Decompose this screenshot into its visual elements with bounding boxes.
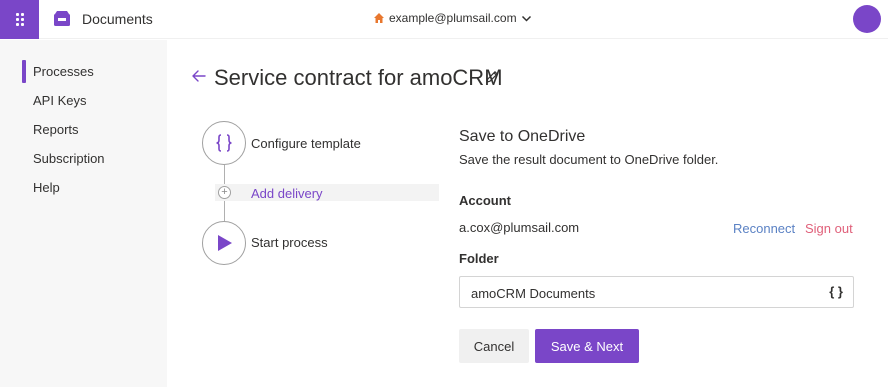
- save-next-button[interactable]: Save & Next: [535, 329, 639, 363]
- play-icon: [218, 235, 232, 251]
- delivery-description: Save the result document to OneDrive fol…: [459, 152, 719, 167]
- active-nav-indicator: [22, 60, 26, 83]
- sidebar-item-subscription[interactable]: Subscription: [33, 151, 105, 166]
- plus-icon[interactable]: +: [218, 186, 231, 199]
- cancel-button[interactable]: Cancel: [459, 329, 529, 363]
- step-connector: [224, 199, 225, 221]
- step-connector: [224, 165, 225, 186]
- braces-icon: [216, 134, 232, 152]
- add-delivery-row[interactable]: [215, 184, 439, 201]
- top-bar: Documents example@plumsail.com: [0, 0, 888, 39]
- folder-label: Folder: [459, 251, 499, 266]
- folder-value: amoCRM Documents: [471, 286, 596, 301]
- sidebar-item-processes[interactable]: Processes: [33, 64, 94, 79]
- account-email: example@plumsail.com: [389, 11, 517, 25]
- sidebar-item-help[interactable]: Help: [33, 180, 60, 195]
- inbox-tray-icon: [54, 11, 70, 26]
- step-start-label[interactable]: Start process: [251, 235, 328, 250]
- page-title: Service contract for amoCRM: [214, 65, 503, 90]
- account-switcher[interactable]: example@plumsail.com: [373, 11, 532, 25]
- account-value: a.cox@plumsail.com: [459, 220, 580, 235]
- chevron-down-icon: [521, 15, 531, 22]
- avatar[interactable]: [853, 5, 881, 33]
- home-icon: [374, 13, 384, 23]
- step-configure-label[interactable]: Configure template: [251, 136, 361, 151]
- arrow-left-icon[interactable]: [191, 68, 207, 84]
- waffle-icon[interactable]: [0, 0, 39, 39]
- folder-field[interactable]: amoCRM Documents { }: [459, 276, 854, 308]
- delivery-title: Save to OneDrive: [459, 128, 586, 145]
- pencil-icon[interactable]: [484, 69, 500, 85]
- account-label: Account: [459, 193, 511, 208]
- app-title: Documents: [82, 11, 153, 27]
- sidebar-item-reports[interactable]: Reports: [33, 122, 79, 137]
- sidebar-item-api-keys[interactable]: API Keys: [33, 93, 86, 108]
- add-delivery-link[interactable]: Add delivery: [251, 186, 323, 201]
- reconnect-link[interactable]: Reconnect: [733, 221, 795, 236]
- step-configure-circle[interactable]: [202, 121, 246, 165]
- insert-token-button[interactable]: { }: [829, 284, 843, 299]
- sign-out-link[interactable]: Sign out: [805, 221, 853, 236]
- step-start-circle[interactable]: [202, 221, 246, 265]
